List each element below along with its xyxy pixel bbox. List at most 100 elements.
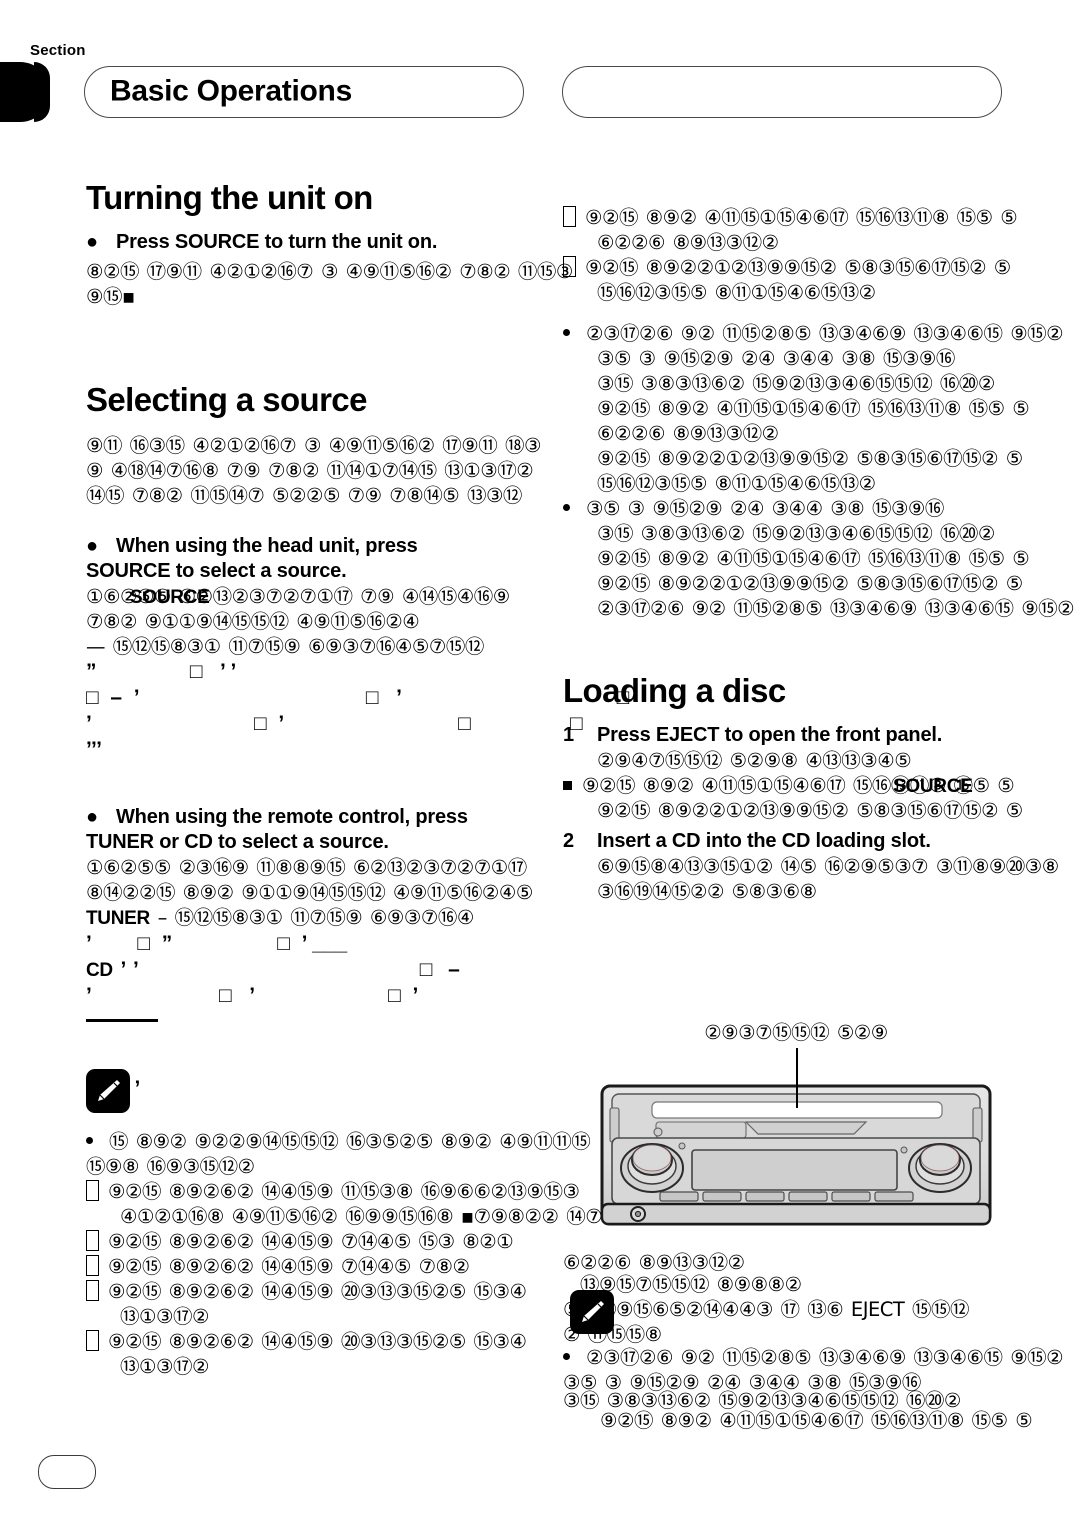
heading-turning-the-unit-on: Turning the unit on (86, 179, 373, 216)
stray-punctuation-line (86, 1009, 586, 1035)
body-text: ⑨②⑮ ⑧⑨②⑥② ⑭④⑮⑨ ⑪⑮③⑧ ⑯⑨⑥⑥②⑬⑨⑮③ (108, 1179, 580, 1203)
note-item: ⑮ ⑧⑨② ⑨②②⑨⑭⑮⑮⑫ ⑯③⑤②⑤ ⑧⑨② ④⑨⑪⑪⑮ (86, 1129, 591, 1154)
body-text-line: ①⑥②⑤⑤ ②③⑯⑨ ⑪⑧⑧⑨⑮ ⑥②⑬②③⑦②⑦①⑰ (86, 855, 527, 879)
body-text-line: ⑨②⑮ ⑧⑨②②①②⑬⑨⑨⑮② ⑤⑧③⑮⑥⑰⑮② ⑤ (597, 572, 1023, 595)
missing-glyph-icon (86, 1279, 99, 1301)
missing-glyph-icon (86, 1179, 99, 1201)
body-text-line: ⑮⑯⑫③⑮⑤ ⑧⑪①⑮④⑥⑮⑬② (597, 281, 876, 304)
body-text-line: ⑬①③⑰② (120, 1304, 209, 1328)
body-text-line: ⑥②②⑥ ⑧⑨⑬③⑫② (597, 422, 779, 445)
body-text-line: ⑨⑮▪ (86, 285, 135, 309)
step-press-eject-label: Press EJECT to open the front panel. (597, 724, 943, 747)
stray-punctuation: ’ ’ □ – (120, 957, 460, 981)
right-note-item: ②③⑰②⑥ ⑨② ⑪⑮②⑧⑤ ⑬③④⑥⑨ ⑬③④⑥⑮ ⑨⑮② (563, 321, 1064, 346)
body-text-line: ⑨②⑮ ⑧⑨②②①②⑬⑨⑨⑮② ⑤⑧③⑮⑥⑰⑮② ⑤ (597, 447, 1023, 470)
note-sub-item: ⑨②⑮ ⑧⑨②⑥② ⑭④⑮⑨ ⑦⑭④⑤ ⑮③ ⑧②① (86, 1229, 586, 1254)
cd-key-line: CD ’ ’ □ – (86, 957, 586, 983)
stray-punctuation-line: ’ □ ” □ ’ ___ (86, 931, 348, 955)
body-text-line: ⑥②②⑥ ⑧⑨⑬③⑫② (563, 1251, 745, 1274)
body-text-line: ⑨②⑮ ⑧⑨② ④⑪⑮①⑮④⑥⑰ ⑮⑯⑬⑪⑧ ⑮⑤ ⑤ (597, 397, 1030, 420)
body-text-line: ③⑤ ③ ⑨⑮②⑨ ②④ ③④④ ③⑧ ⑮③⑨⑯ (597, 347, 955, 370)
section-label: Section (30, 42, 86, 59)
body-text-line: ⑨②⑮ ⑧⑨② ④⑪⑮①⑮④⑥⑰ ⑮⑯⑬⑪⑧ ⑮⑤ ⑤ (597, 547, 1030, 570)
body-text-line: ⑦⑧② ⑨①①⑨⑭⑮⑮⑫ ④⑨⑪⑤⑯②④ (86, 609, 420, 633)
page-title: Basic Operations (110, 74, 352, 108)
list-bullet-icon (86, 1136, 93, 1144)
note-sub-item: ⑨②⑮ ⑧⑨②⑥② ⑭④⑮⑨ ⑳③⑬③⑮②⑤ ⑮③④ (86, 1329, 586, 1354)
bullet-dot-icon: ● (86, 805, 99, 828)
bullet-remote-label-line2: TUNER or CD to select a source. (86, 830, 389, 853)
body-text-line: ③⑮ ③⑧③⑬⑥② ⑮⑨②⑬③④⑥⑮⑮⑫ ⑯⑳② (597, 372, 995, 395)
page-title-pill: Basic Operations (84, 66, 524, 118)
bullet-head-unit-label-line1: When using the head unit, press (116, 534, 418, 557)
bullet-dot-icon: ● (86, 534, 99, 557)
bullet-press-source: ● Press SOURCE to turn the unit on. (86, 230, 586, 255)
body-text: ⑨②⑮ ⑧⑨②⑥② ⑭④⑮⑨ ⑦⑭④⑤ ⑮③ ⑧②① (108, 1229, 514, 1253)
body-text-line: ④①②①⑯⑧ ④⑨⑪⑤⑯② ⑯⑨⑨⑮⑯⑧ ▪⑦⑨⑧②② ⑭⑦ (120, 1204, 603, 1228)
pencil-note-icon (570, 1290, 614, 1334)
step-insert-cd: 2 Insert a CD into the CD loading slot. (563, 829, 1063, 854)
step-number: 2 (563, 830, 575, 853)
body-text-line: ②⑨④⑦⑮⑮⑫ ⑤②⑨⑧ ④⑬⑬③④⑤ (597, 749, 912, 773)
list-bullet-icon (563, 504, 570, 511)
body-text-line: ⑨ ④⑱⑭⑦⑯⑧ ⑦⑨ ⑦⑧② ⑪⑭①⑦⑭⑮ ⑬①③⑰② (86, 458, 534, 482)
body-text: ⑨②⑮ ⑧⑨②⑥② ⑭④⑮⑨ ⑦⑭④⑤ ⑦⑧② (108, 1254, 470, 1278)
body-text-line-with-keyword: ①⑥②⑤⑤ ⑥②⑬②③⑦②⑦①⑰ ⑦⑨ ④⑭⑮④⑯⑨ SOURCE (86, 584, 586, 609)
keyword-source-overlay: SOURCE (130, 586, 210, 608)
diagram-callout-label: ②⑨③⑦⑮⑮⑫ ⑤②⑨ (704, 1021, 888, 1044)
bullet-remote-control: ● When using the remote control, press (86, 805, 586, 830)
left-column: Turning the unit on ● Press SOURCE to tu… (86, 179, 630, 1379)
body-text: ②③⑰②⑥ ⑨② ⑪⑮②⑧⑤ ⑬③④⑥⑨ ⑬③④⑥⑮ ⑨⑮② (586, 1346, 1064, 1369)
keyword-source-overlay: SOURCE (893, 776, 973, 798)
bullet-head-unit-source: ● When using the head unit, press (86, 534, 586, 559)
body-text-line: ③⑯⑲⑭⑮②② ⑤⑧③⑥⑧ (597, 880, 817, 904)
keyword-cd: CD (86, 959, 113, 981)
stray-punctuation-line: ’ □ ’ □ ’ (86, 983, 419, 1007)
missing-glyph-icon (563, 206, 576, 227)
secondary-title-pill (562, 66, 1002, 118)
body-text-line: ⑥⑨⑮⑧④⑬③⑮①② ⑭⑤ ⑯②⑨⑤③⑦ ③⑪⑧⑨⑳③⑧ (597, 855, 1059, 879)
body-text: ⑨②⑮ ⑧⑨②⑥② ⑭④⑮⑨ ⑳③⑬③⑮②⑤ ⑮③④ (108, 1329, 527, 1353)
body-text-line: ⑧②⑮ ⑰⑨⑪ ④②①②⑯⑦ ③ ④⑨⑪⑤⑯② ⑦⑧② ⑪⑮③ (86, 260, 573, 284)
right-column: ⑨②⑮ ⑧⑨② ④⑪⑮①⑮④⑥⑰ ⑮⑯⑬⑪⑧ ⑮⑤ ⑤ ⑥②②⑥ ⑧⑨⑬③⑫② … (563, 205, 1075, 904)
step-sub-line: ⑨②⑮ ⑧⑨② ④⑪⑮①⑮④⑥⑰ ⑮⑯⑬⑪⑧ ⑮⑤ ⑤ SOURCE (563, 773, 1063, 798)
body-text: ⑨②⑮ ⑧⑨②⑥② ⑭④⑮⑨ ⑳③⑬③⑮②⑤ ⑮③④ (108, 1279, 527, 1303)
note-sub-item: ⑨②⑮ ⑧⑨②⑥② ⑭④⑮⑨ ⑦⑭④⑤ ⑦⑧② (86, 1254, 586, 1279)
body-text-line: ⑨⑪ ⑯③⑮ ④②①②⑯⑦ ③ ④⑨⑪⑤⑯② ⑰⑨⑪ ⑱③ (86, 433, 541, 457)
missing-glyph-icon (86, 1329, 99, 1351)
body-text: ⑨②⑮ ⑧⑨②②①②⑬⑨⑨⑮② ⑤⑧③⑮⑥⑰⑮② ⑤ (585, 256, 1011, 279)
right-item: ⑨②⑮ ⑧⑨②②①②⑬⑨⑨⑮② ⑤⑧③⑮⑥⑰⑮② ⑤ (563, 255, 1063, 280)
heading-loading-a-disc: Loading a disc (563, 672, 786, 709)
body-text: ⑤⑧⑭⑨⑮⑥⑤②⑭④④③ ⑰ ⑬⑥ EJECT ⑮⑮⑫ (563, 1298, 970, 1321)
body-text: ⑨②⑮ ⑧⑨② ④⑪⑮①⑮④⑥⑰ ⑮⑯⑬⑪⑧ ⑮⑤ ⑤ (585, 206, 1018, 229)
list-bullet-icon (563, 1353, 570, 1360)
note-quote-mark: ’ (134, 1076, 141, 1100)
missing-glyph-icon (563, 256, 576, 277)
body-text-line: ⑨②⑮ ⑧⑨②②①②⑬⑨⑨⑮② ⑤⑧③⑮⑥⑰⑮② ⑤ (597, 799, 1023, 823)
note-sub-item: ⑨②⑮ ⑧⑨②⑥② ⑭④⑮⑨ ⑳③⑬③⑮②⑤ ⑮③④ (86, 1279, 586, 1304)
body-text-line: ⑮⑯⑫③⑮⑤ ⑧⑪①⑮④⑥⑮⑬② (597, 472, 876, 495)
missing-glyph-icon (86, 1229, 99, 1251)
pencil-note-icon (86, 1068, 130, 1113)
heading-selecting-a-source: Selecting a source (86, 381, 367, 419)
body-text-line: ③⑮ ③⑧③⑬⑥② ⑮⑨②⑬③④⑥⑮⑮⑫ ⑯⑳② (597, 522, 995, 545)
right-note-item: ③⑤ ③ ⑨⑮②⑨ ②④ ③④④ ③⑧ ⑮③⑨⑯ (563, 496, 1063, 521)
diagram-caption-line: ⑤⑧⑭⑨⑮⑥⑤②⑭④④③ ⑰ ⑬⑥ EJECT ⑮⑮⑫ (563, 1297, 970, 1322)
right-bottom-note-item: ②③⑰②⑥ ⑨② ⑪⑮②⑧⑤ ⑬③④⑥⑨ ⑬③④⑥⑮ ⑨⑮② (563, 1345, 1080, 1370)
body-text-line: ⑬①③⑰② (120, 1354, 209, 1378)
note-block-left: ’ (86, 1068, 586, 1113)
missing-glyph-icon (86, 1254, 99, 1276)
stray-punctuation-line: ” □ ’ ’ (86, 659, 237, 683)
body-text-line: ⑥②②⑥ ⑧⑨⑬③⑫② (597, 231, 779, 254)
stray-punctuation-line: □ – ’ □ ’ □ (86, 685, 630, 709)
keyword-tuner: TUNER (86, 907, 150, 929)
square-bullet-icon (563, 781, 572, 791)
stray-punctuation-line: ’’’ (86, 737, 102, 761)
bullet-dot-icon: ● (86, 231, 99, 254)
body-text: – ⑮⑫⑮⑧③① ⑪⑦⑮⑨ ⑥⑨③⑦⑯④ (157, 905, 475, 929)
bullet-head-unit-label-line2: SOURCE to select a source. (86, 559, 347, 582)
horizontal-rule (86, 1018, 158, 1022)
page-number-box (38, 1455, 96, 1489)
stray-punctuation-line: ’ □ ’ □ □ (86, 711, 583, 735)
body-text-line: ⑭⑮ ⑦⑧② ⑪⑮⑭⑦ ⑤②②⑤ ⑦⑨ ⑦⑧⑭⑤ ⑬③⑫ (86, 483, 522, 507)
